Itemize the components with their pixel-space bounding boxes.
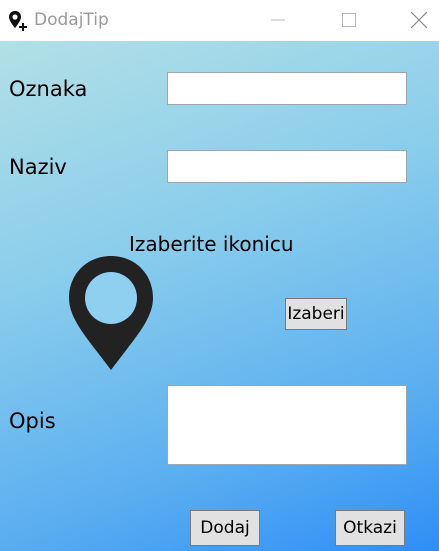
minimize-button[interactable]	[255, 0, 301, 40]
opis-label: Opis	[9, 409, 56, 433]
icon-heading: Izaberite ikonicu	[129, 232, 294, 256]
close-icon	[410, 11, 428, 29]
close-button[interactable]	[396, 0, 439, 40]
opis-textarea[interactable]	[167, 385, 407, 465]
cancel-button[interactable]: Otkazi	[335, 510, 405, 546]
choose-icon-button[interactable]: Izaberi	[285, 298, 347, 330]
form-area: Oznaka Naziv Izaberite ikonicu Izaberi O…	[0, 41, 439, 551]
title-bar[interactable]: DodajTip	[0, 0, 439, 41]
naziv-label: Naziv	[9, 155, 67, 179]
dodajtip-window: DodajTip Oznaka Naziv Izaberite ikonicu	[0, 0, 439, 551]
window-title: DodajTip	[34, 10, 109, 30]
oznaka-input[interactable]	[167, 72, 407, 105]
maximize-icon	[342, 13, 356, 27]
map-pin-add-icon	[9, 11, 27, 31]
map-pin-icon	[69, 256, 153, 370]
minimize-icon	[271, 19, 285, 21]
naziv-input[interactable]	[167, 150, 407, 183]
maximize-button[interactable]	[326, 0, 372, 40]
oznaka-label: Oznaka	[9, 77, 88, 101]
add-button[interactable]: Dodaj	[190, 510, 260, 546]
